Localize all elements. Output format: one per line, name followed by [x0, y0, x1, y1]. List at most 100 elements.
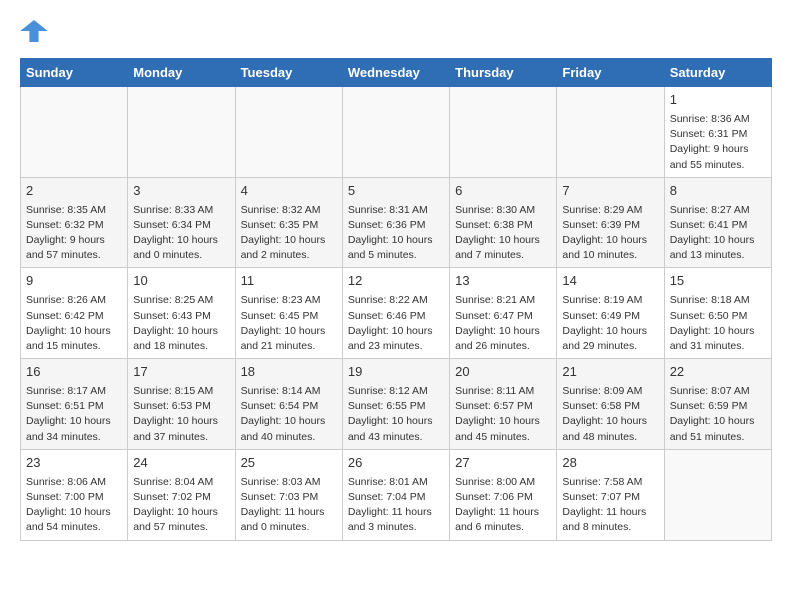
calendar-cell: 19 Sunrise: 8:12 AM Sunset: 6:55 PM Dayli… — [342, 359, 449, 450]
calendar-cell: 9 Sunrise: 8:26 AM Sunset: 6:42 PM Daylig… — [21, 268, 128, 359]
day-number: 27 — [455, 454, 551, 473]
day-info: Sunrise: 8:15 AM Sunset: 6:53 PM Dayligh… — [133, 384, 229, 445]
day-info: Sunrise: 8:29 AM Sunset: 6:39 PM Dayligh… — [562, 203, 658, 264]
calendar-cell — [235, 87, 342, 178]
calendar-cell — [342, 87, 449, 178]
calendar-cell: 7 Sunrise: 8:29 AM Sunset: 6:39 PM Daylig… — [557, 177, 664, 268]
calendar-cell: 8 Sunrise: 8:27 AM Sunset: 6:41 PM Daylig… — [664, 177, 771, 268]
weekday-header: Friday — [557, 59, 664, 87]
day-info: Sunrise: 8:12 AM Sunset: 6:55 PM Dayligh… — [348, 384, 444, 445]
calendar-cell: 5 Sunrise: 8:31 AM Sunset: 6:36 PM Daylig… — [342, 177, 449, 268]
week-row: 9 Sunrise: 8:26 AM Sunset: 6:42 PM Daylig… — [21, 268, 772, 359]
calendar-cell: 4 Sunrise: 8:32 AM Sunset: 6:35 PM Daylig… — [235, 177, 342, 268]
day-info: Sunrise: 8:23 AM Sunset: 6:45 PM Dayligh… — [241, 293, 337, 354]
day-info: Sunrise: 7:58 AM Sunset: 7:07 PM Dayligh… — [562, 475, 658, 536]
day-number: 8 — [670, 182, 766, 201]
day-info: Sunrise: 8:19 AM Sunset: 6:49 PM Dayligh… — [562, 293, 658, 354]
weekday-header: Sunday — [21, 59, 128, 87]
day-number: 21 — [562, 363, 658, 382]
calendar-cell: 16 Sunrise: 8:17 AM Sunset: 6:51 PM Dayli… — [21, 359, 128, 450]
day-info: Sunrise: 8:25 AM Sunset: 6:43 PM Dayligh… — [133, 293, 229, 354]
day-info: Sunrise: 8:26 AM Sunset: 6:42 PM Dayligh… — [26, 293, 122, 354]
calendar-table: SundayMondayTuesdayWednesdayThursdayFrid… — [20, 58, 772, 541]
calendar-cell: 13 Sunrise: 8:21 AM Sunset: 6:47 PM Dayli… — [450, 268, 557, 359]
day-number: 15 — [670, 272, 766, 291]
calendar-cell: 28 Sunrise: 7:58 AM Sunset: 7:07 PM Dayli… — [557, 449, 664, 540]
day-number: 9 — [26, 272, 122, 291]
day-info: Sunrise: 8:09 AM Sunset: 6:58 PM Dayligh… — [562, 384, 658, 445]
weekday-header: Thursday — [450, 59, 557, 87]
calendar-cell: 24 Sunrise: 8:04 AM Sunset: 7:02 PM Dayli… — [128, 449, 235, 540]
day-number: 11 — [241, 272, 337, 291]
weekday-header: Monday — [128, 59, 235, 87]
calendar-cell — [450, 87, 557, 178]
calendar-cell — [128, 87, 235, 178]
calendar-cell: 22 Sunrise: 8:07 AM Sunset: 6:59 PM Dayli… — [664, 359, 771, 450]
day-number: 18 — [241, 363, 337, 382]
day-number: 23 — [26, 454, 122, 473]
day-number: 28 — [562, 454, 658, 473]
day-info: Sunrise: 8:06 AM Sunset: 7:00 PM Dayligh… — [26, 475, 122, 536]
day-info: Sunrise: 8:11 AM Sunset: 6:57 PM Dayligh… — [455, 384, 551, 445]
day-info: Sunrise: 8:18 AM Sunset: 6:50 PM Dayligh… — [670, 293, 766, 354]
day-number: 6 — [455, 182, 551, 201]
calendar-cell — [664, 449, 771, 540]
calendar-cell: 25Sunrise: 8:03 AM Sunset: 7:03 PM Dayli… — [235, 449, 342, 540]
day-info: Sunrise: 8:33 AM Sunset: 6:34 PM Dayligh… — [133, 203, 229, 264]
day-info: Sunrise: 8:22 AM Sunset: 6:46 PM Dayligh… — [348, 293, 444, 354]
day-info: Sunrise: 8:00 AM Sunset: 7:06 PM Dayligh… — [455, 475, 551, 536]
calendar-cell: 17Sunrise: 8:15 AM Sunset: 6:53 PM Dayli… — [128, 359, 235, 450]
week-row: 16 Sunrise: 8:17 AM Sunset: 6:51 PM Dayli… — [21, 359, 772, 450]
day-number: 7 — [562, 182, 658, 201]
calendar-cell: 15 Sunrise: 8:18 AM Sunset: 6:50 PM Dayli… — [664, 268, 771, 359]
day-info: Sunrise: 8:17 AM Sunset: 6:51 PM Dayligh… — [26, 384, 122, 445]
day-number: 26 — [348, 454, 444, 473]
day-number: 19 — [348, 363, 444, 382]
day-number: 12 — [348, 272, 444, 291]
day-number: 22 — [670, 363, 766, 382]
day-number: 25 — [241, 454, 337, 473]
day-info: Sunrise: 8:31 AM Sunset: 6:36 PM Dayligh… — [348, 203, 444, 264]
calendar-cell: 1 Sunrise: 8:36 AM Sunset: 6:31 PM Daylig… — [664, 87, 771, 178]
day-number: 5 — [348, 182, 444, 201]
day-info: Sunrise: 8:21 AM Sunset: 6:47 PM Dayligh… — [455, 293, 551, 354]
calendar-cell: 2 Sunrise: 8:35 AM Sunset: 6:32 PM Daylig… — [21, 177, 128, 268]
week-row: 1 Sunrise: 8:36 AM Sunset: 6:31 PM Daylig… — [21, 87, 772, 178]
calendar-cell: 6Sunrise: 8:30 AM Sunset: 6:38 PM Daylig… — [450, 177, 557, 268]
day-number: 10 — [133, 272, 229, 291]
logo-icon — [20, 20, 48, 42]
calendar-cell: 26 Sunrise: 8:01 AM Sunset: 7:04 PM Dayli… — [342, 449, 449, 540]
day-number: 1 — [670, 91, 766, 110]
page-header — [20, 20, 772, 42]
day-info: Sunrise: 8:07 AM Sunset: 6:59 PM Dayligh… — [670, 384, 766, 445]
day-info: Sunrise: 8:36 AM Sunset: 6:31 PM Dayligh… — [670, 112, 766, 173]
calendar-cell: 14Sunrise: 8:19 AM Sunset: 6:49 PM Dayli… — [557, 268, 664, 359]
calendar-cell: 20 Sunrise: 8:11 AM Sunset: 6:57 PM Dayli… — [450, 359, 557, 450]
weekday-header-row: SundayMondayTuesdayWednesdayThursdayFrid… — [21, 59, 772, 87]
calendar-cell: 27 Sunrise: 8:00 AM Sunset: 7:06 PM Dayli… — [450, 449, 557, 540]
day-number: 2 — [26, 182, 122, 201]
calendar-cell: 23 Sunrise: 8:06 AM Sunset: 7:00 PM Dayli… — [21, 449, 128, 540]
calendar-cell: 18Sunrise: 8:14 AM Sunset: 6:54 PM Dayli… — [235, 359, 342, 450]
day-info: Sunrise: 8:35 AM Sunset: 6:32 PM Dayligh… — [26, 203, 122, 264]
day-number: 20 — [455, 363, 551, 382]
day-info: Sunrise: 8:01 AM Sunset: 7:04 PM Dayligh… — [348, 475, 444, 536]
calendar-cell: 21 Sunrise: 8:09 AM Sunset: 6:58 PM Dayli… — [557, 359, 664, 450]
calendar-cell — [21, 87, 128, 178]
day-info: Sunrise: 8:32 AM Sunset: 6:35 PM Dayligh… — [241, 203, 337, 264]
day-number: 4 — [241, 182, 337, 201]
calendar-cell: 11 Sunrise: 8:23 AM Sunset: 6:45 PM Dayli… — [235, 268, 342, 359]
day-number: 13 — [455, 272, 551, 291]
day-number: 24 — [133, 454, 229, 473]
week-row: 23 Sunrise: 8:06 AM Sunset: 7:00 PM Dayli… — [21, 449, 772, 540]
calendar-cell: 12 Sunrise: 8:22 AM Sunset: 6:46 PM Dayli… — [342, 268, 449, 359]
day-number: 16 — [26, 363, 122, 382]
calendar-cell: 10 Sunrise: 8:25 AM Sunset: 6:43 PM Dayli… — [128, 268, 235, 359]
day-number: 3 — [133, 182, 229, 201]
day-info: Sunrise: 8:27 AM Sunset: 6:41 PM Dayligh… — [670, 203, 766, 264]
weekday-header: Wednesday — [342, 59, 449, 87]
day-info: Sunrise: 8:04 AM Sunset: 7:02 PM Dayligh… — [133, 475, 229, 536]
weekday-header: Saturday — [664, 59, 771, 87]
calendar-cell — [557, 87, 664, 178]
week-row: 2 Sunrise: 8:35 AM Sunset: 6:32 PM Daylig… — [21, 177, 772, 268]
